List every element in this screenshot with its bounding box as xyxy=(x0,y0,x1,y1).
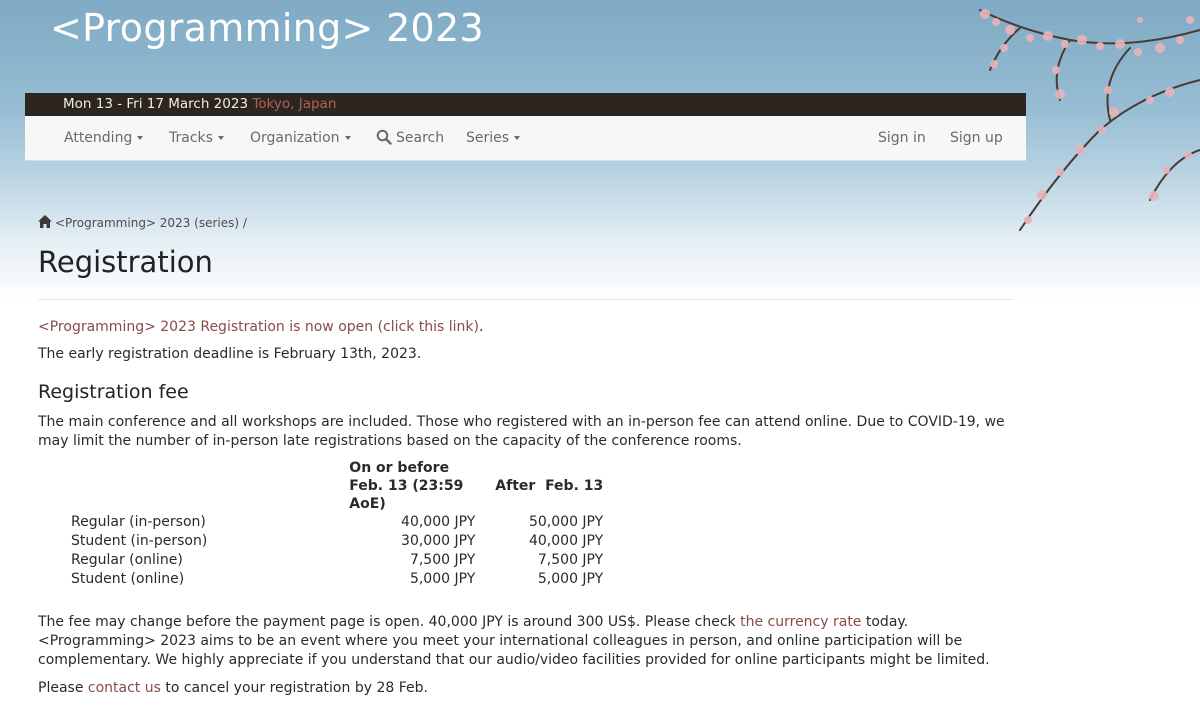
fee-early: 7,500 JPY xyxy=(409,552,476,568)
divider xyxy=(38,299,1013,300)
fee-table-header-category xyxy=(65,459,213,513)
nav-series-label: Series xyxy=(466,130,510,146)
table-row: Regular (online) 7,500 JPY 7,500 JPY xyxy=(65,551,609,570)
registration-open-line: <Programming> 2023 Registration is now o… xyxy=(38,318,483,337)
event-date-bar: Mon 13 - Fri 17 March 2023 Tokyo, Japan xyxy=(25,93,1026,116)
sign-in-link[interactable]: Sign in xyxy=(878,116,926,160)
nav-organization-label: Organization xyxy=(250,130,340,146)
nav-tracks-dropdown[interactable]: Tracks xyxy=(169,116,224,160)
caret-down-icon xyxy=(137,136,144,140)
fee-table: On or before Feb. 13 (23:59 AoE) After F… xyxy=(65,459,609,589)
fee-early: 40,000 JPY xyxy=(401,514,476,530)
fee-table-header-late: After Feb. 13 xyxy=(495,478,604,494)
fee-category: Student (online) xyxy=(71,571,185,587)
fee-note-text: The fee may change before the payment pa… xyxy=(38,613,1013,670)
fee-table-header-early: On or before Feb. 13 (23:59 AoE) xyxy=(349,460,464,512)
fee-early: 30,000 JPY xyxy=(401,533,476,549)
page-title: Registration xyxy=(38,245,213,279)
nav-tracks-label: Tracks xyxy=(169,130,213,146)
fee-late: 50,000 JPY xyxy=(528,514,604,530)
main-navbar: Attending Tracks Organization Search Ser… xyxy=(25,116,1026,161)
fee-note-part1: The fee may change before the payment pa… xyxy=(38,614,736,630)
fee-late: 7,500 JPY xyxy=(537,552,604,568)
breadcrumb-series-link[interactable]: <Programming> 2023 (series) xyxy=(55,216,239,230)
caret-down-icon xyxy=(217,136,224,140)
breadcrumb-separator: / xyxy=(242,216,247,230)
table-row: Student (in-person) 30,000 JPY 40,000 JP… xyxy=(65,532,609,551)
nav-organization-dropdown[interactable]: Organization xyxy=(250,116,351,160)
search-icon xyxy=(376,129,392,145)
caret-down-icon xyxy=(514,136,521,140)
fee-late: 5,000 JPY xyxy=(537,571,604,587)
fee-category: Regular (in-person) xyxy=(71,514,206,530)
event-dates: Mon 13 - Fri 17 March 2023 xyxy=(63,96,249,112)
cancel-part1: Please xyxy=(38,680,84,696)
table-row: Regular (in-person) 40,000 JPY 50,000 JP… xyxy=(65,513,609,532)
deadline-text: The early registration deadline is Febru… xyxy=(38,346,422,362)
table-row: Student (online) 5,000 JPY 5,000 JPY xyxy=(65,570,609,589)
sign-up-link[interactable]: Sign up xyxy=(950,116,1003,160)
site-title[interactable]: <Programming> 2023 xyxy=(50,6,484,50)
registration-open-link[interactable]: <Programming> 2023 Registration is now o… xyxy=(38,319,479,335)
fee-early: 5,000 JPY xyxy=(409,571,476,587)
fee-intro-text: The main conference and all workshops ar… xyxy=(38,414,1005,449)
contact-us-link[interactable]: contact us xyxy=(88,680,161,696)
nav-attending-dropdown[interactable]: Attending xyxy=(64,116,144,160)
caret-down-icon xyxy=(344,136,351,140)
nav-search[interactable]: Search xyxy=(376,116,444,160)
fee-late: 40,000 JPY xyxy=(528,533,604,549)
breadcrumb: <Programming> 2023 (series) / xyxy=(38,215,247,230)
cancel-text: Please contact us to cancel your registr… xyxy=(38,679,428,698)
home-icon[interactable] xyxy=(38,215,52,228)
fee-category: Regular (online) xyxy=(71,552,183,568)
event-location: Tokyo, Japan xyxy=(252,96,337,112)
cancel-part2: to cancel your registration by 28 Feb. xyxy=(165,680,428,696)
fee-table-header-row: On or before Feb. 13 (23:59 AoE) After F… xyxy=(65,459,609,513)
fee-heading: Registration fee xyxy=(38,381,189,403)
currency-rate-link[interactable]: the currency rate xyxy=(740,614,861,630)
nav-series-dropdown[interactable]: Series xyxy=(466,116,521,160)
fee-category: Student (in-person) xyxy=(71,533,208,549)
nav-attending-label: Attending xyxy=(64,130,133,146)
registration-open-suffix: . xyxy=(479,319,484,335)
nav-search-label: Search xyxy=(396,130,445,146)
